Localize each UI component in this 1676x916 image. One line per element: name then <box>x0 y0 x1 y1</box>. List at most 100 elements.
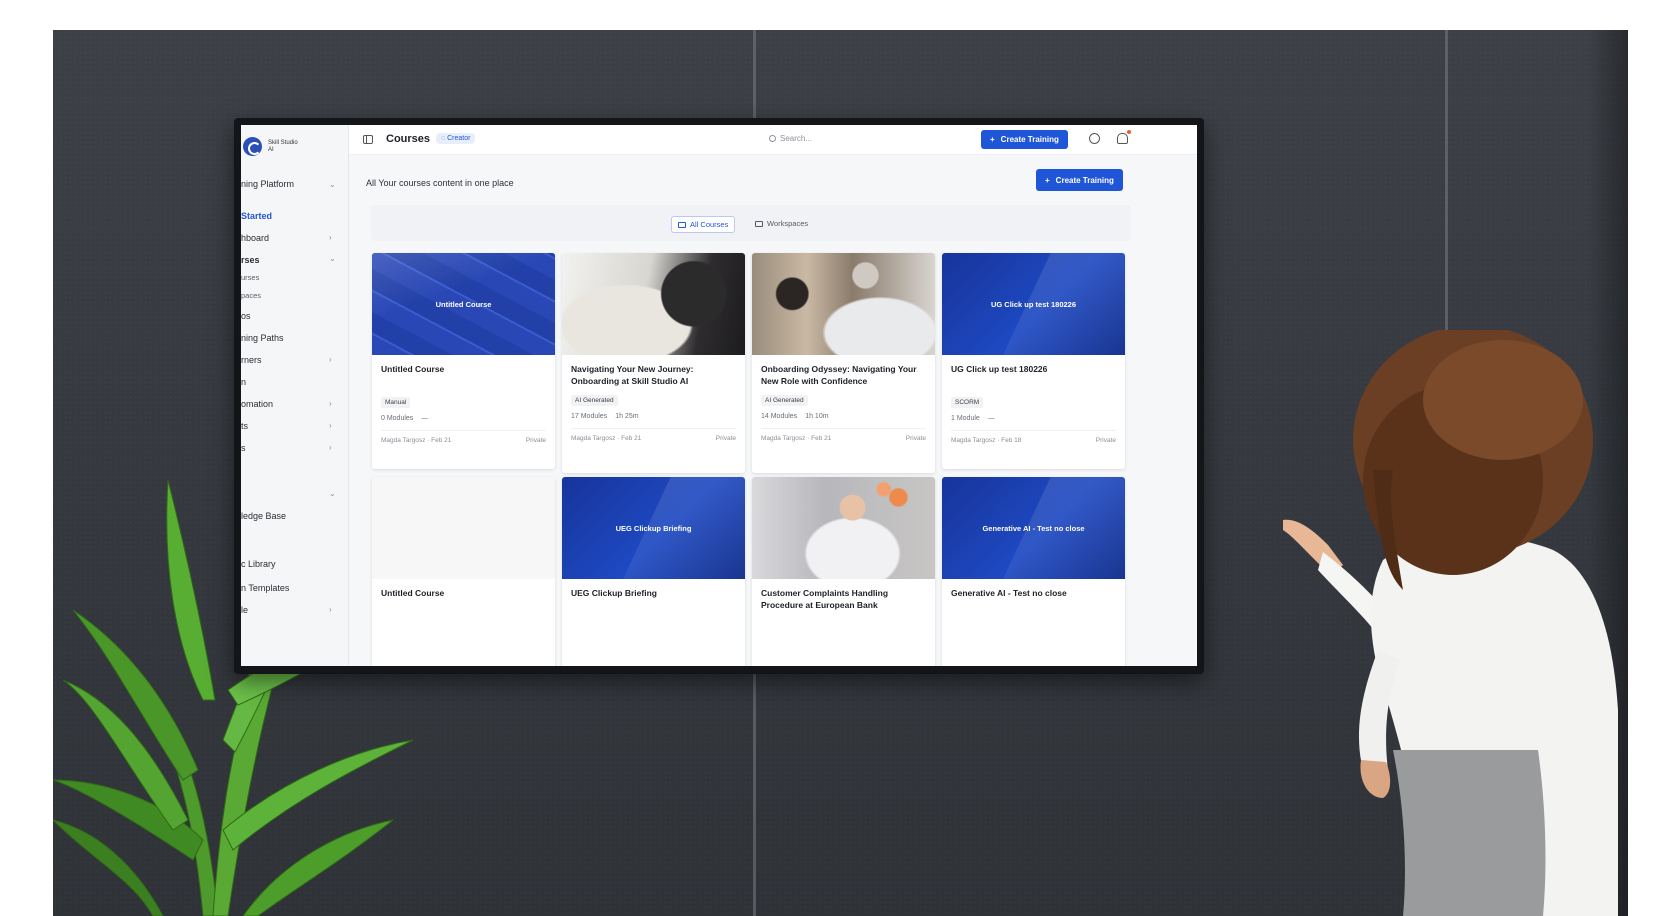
sidebar-item-started[interactable]: Started <box>241 211 272 221</box>
duration: — <box>421 415 429 422</box>
course-thumbnail: Generative AI - Test no close <box>942 477 1125 579</box>
create-training-button-secondary[interactable]: + Create Training <box>1036 169 1123 191</box>
course-footer: Magda Targosz · Feb 18 Private <box>951 430 1116 450</box>
tab-all-courses[interactable]: All Courses <box>671 216 736 233</box>
chevron-right-icon: › <box>329 233 332 242</box>
author-name: Magda Targosz <box>381 437 426 444</box>
logo-text: Skill Studio AI <box>268 139 298 153</box>
sidebar-subitem-courses[interactable]: urses <box>241 273 259 282</box>
course-card[interactable]: UEG Clickup Briefing UEG Clickup Briefin… <box>562 477 745 666</box>
page-title: Courses <box>386 133 431 145</box>
course-thumbnail: Untitled Course <box>372 253 555 355</box>
search-placeholder: Search... <box>780 134 813 143</box>
course-card[interactable]: Generative AI - Test no close Generative… <box>942 477 1125 666</box>
course-card[interactable]: Untitled Course Untitled Course Manual 0… <box>372 253 555 469</box>
role-badge-label: Creator <box>447 135 471 142</box>
chevron-right-icon: › <box>329 605 332 614</box>
sidebar-item-learners[interactable]: rners <box>241 355 262 365</box>
course-card[interactable]: Navigating Your New Journey: Onboarding … <box>562 253 745 473</box>
duration: 1h 10m <box>805 413 829 420</box>
presenter-person <box>1283 330 1618 916</box>
sidebar-item-learning-paths[interactable]: ning Paths <box>241 333 284 343</box>
course-title: Onboarding Odyssey: Navigating Your New … <box>761 364 917 386</box>
visibility-label: Private <box>1095 437 1116 444</box>
course-title: Customer Complaints Handling Procedure a… <box>761 588 889 610</box>
role-badge: ◌ Creator <box>436 133 476 144</box>
author-name: Magda Targosz <box>761 435 806 442</box>
course-meta: 17 Modules 1h 25m <box>562 407 745 420</box>
sidebar-item-automation[interactable]: omation <box>241 399 273 409</box>
create-training-button[interactable]: + Create Training <box>981 130 1068 149</box>
modules-count: 1 Module <box>951 415 980 422</box>
sidebar-item-n[interactable]: n <box>241 377 246 387</box>
folder-icon <box>755 220 763 227</box>
sidebar-item-dashboard[interactable]: hboard <box>241 233 269 243</box>
modules-count: 0 Modules <box>381 415 414 422</box>
logo-icon <box>243 137 262 156</box>
course-title: Untitled Course <box>381 588 445 598</box>
course-date: Feb 21 <box>431 437 452 444</box>
chevron-right-icon: › <box>329 399 332 408</box>
sidebar-item-courses[interactable]: rses <box>241 255 260 265</box>
tab-workspaces-label: Workspaces <box>767 219 809 228</box>
sidebar-item-profile[interactable]: le <box>241 605 248 615</box>
course-thumbnail: UG Click up test 180226 <box>942 253 1125 355</box>
plus-icon: + <box>990 135 995 144</box>
plus-icon: + <box>1045 175 1050 185</box>
book-icon <box>678 221 686 228</box>
sidebar-item-knowledge-base[interactable]: ledge Base <box>241 511 286 521</box>
course-date: Feb 21 <box>811 435 832 442</box>
author-name: Magda Targosz <box>951 437 996 444</box>
author-name: Magda Targosz <box>571 435 616 442</box>
course-thumbnail <box>562 253 745 355</box>
course-meta: 14 Modules 1h 10m <box>752 407 935 420</box>
search-icon <box>769 135 776 142</box>
course-type-tag: AI Generated <box>761 395 808 406</box>
tab-all-courses-label: All Courses <box>690 220 729 229</box>
duration: 1h 25m <box>615 413 639 420</box>
course-card[interactable]: Customer Complaints Handling Procedure a… <box>752 477 935 666</box>
tab-workspaces[interactable]: Workspaces <box>749 216 814 231</box>
course-date: Feb 18 <box>1001 437 1022 444</box>
course-title: Navigating Your New Journey: Onboarding … <box>571 364 694 386</box>
workspace-switcher[interactable]: ning Platform <box>241 179 294 189</box>
chevron-down-icon: ⌄ <box>329 180 336 189</box>
create-training-label: Create Training <box>1055 175 1114 185</box>
bell-icon[interactable] <box>1117 133 1128 144</box>
course-thumbnail: UEG Clickup Briefing <box>562 477 745 579</box>
course-card[interactable]: Untitled Course <box>372 477 555 666</box>
wall-monitor: Skill Studio AI ning Platform ⌄ Started … <box>234 118 1204 674</box>
top-bar: Courses ◌ Creator Search... + Create Tra… <box>349 125 1197 155</box>
sidebar-toggle-icon[interactable] <box>363 135 373 144</box>
course-thumbnail <box>752 477 935 579</box>
app-screen: Skill Studio AI ning Platform ⌄ Started … <box>241 125 1197 666</box>
sidebar-item-videos[interactable]: os <box>241 311 251 321</box>
modules-count: 17 Modules <box>571 413 608 420</box>
help-icon[interactable] <box>1089 133 1100 144</box>
course-type-tag: Manual <box>381 397 411 408</box>
course-card[interactable]: UG Click up test 180226 UG Click up test… <box>942 253 1125 469</box>
course-type-tag: AI Generated <box>571 395 618 406</box>
course-card[interactable]: Onboarding Odyssey: Navigating Your New … <box>752 253 935 473</box>
course-title: UG Click up test 180226 <box>951 364 1048 374</box>
modules-count: 14 Modules <box>761 413 798 420</box>
visibility-label: Private <box>525 437 546 444</box>
course-type-tag: SCORM <box>951 397 984 408</box>
thumbnail-title: Generative AI - Test no close <box>982 524 1085 533</box>
course-footer: Magda Targosz · Feb 21 Private <box>761 428 926 448</box>
sidebar-item-reports[interactable]: ts <box>241 421 248 431</box>
chevron-right-icon: › <box>329 355 332 364</box>
app-logo[interactable]: Skill Studio AI <box>243 137 302 156</box>
sidebar-item-music-library[interactable]: c Library <box>241 559 276 569</box>
page-subtitle: All Your courses content in one place <box>366 178 514 188</box>
course-footer: Magda Targosz · Feb 21 Private <box>381 430 546 450</box>
chevron-right-icon: › <box>329 421 332 430</box>
sidebar-item-settings[interactable]: s <box>241 443 246 453</box>
sidebar-subitem-workspaces[interactable]: paces <box>241 291 261 300</box>
search-input[interactable]: Search... <box>769 134 812 143</box>
chevron-right-icon: › <box>329 443 332 452</box>
duration: — <box>987 415 995 422</box>
visibility-label: Private <box>905 435 926 442</box>
sidebar-item-design-templates[interactable]: n Templates <box>241 583 289 593</box>
course-title: Untitled Course <box>381 364 445 374</box>
